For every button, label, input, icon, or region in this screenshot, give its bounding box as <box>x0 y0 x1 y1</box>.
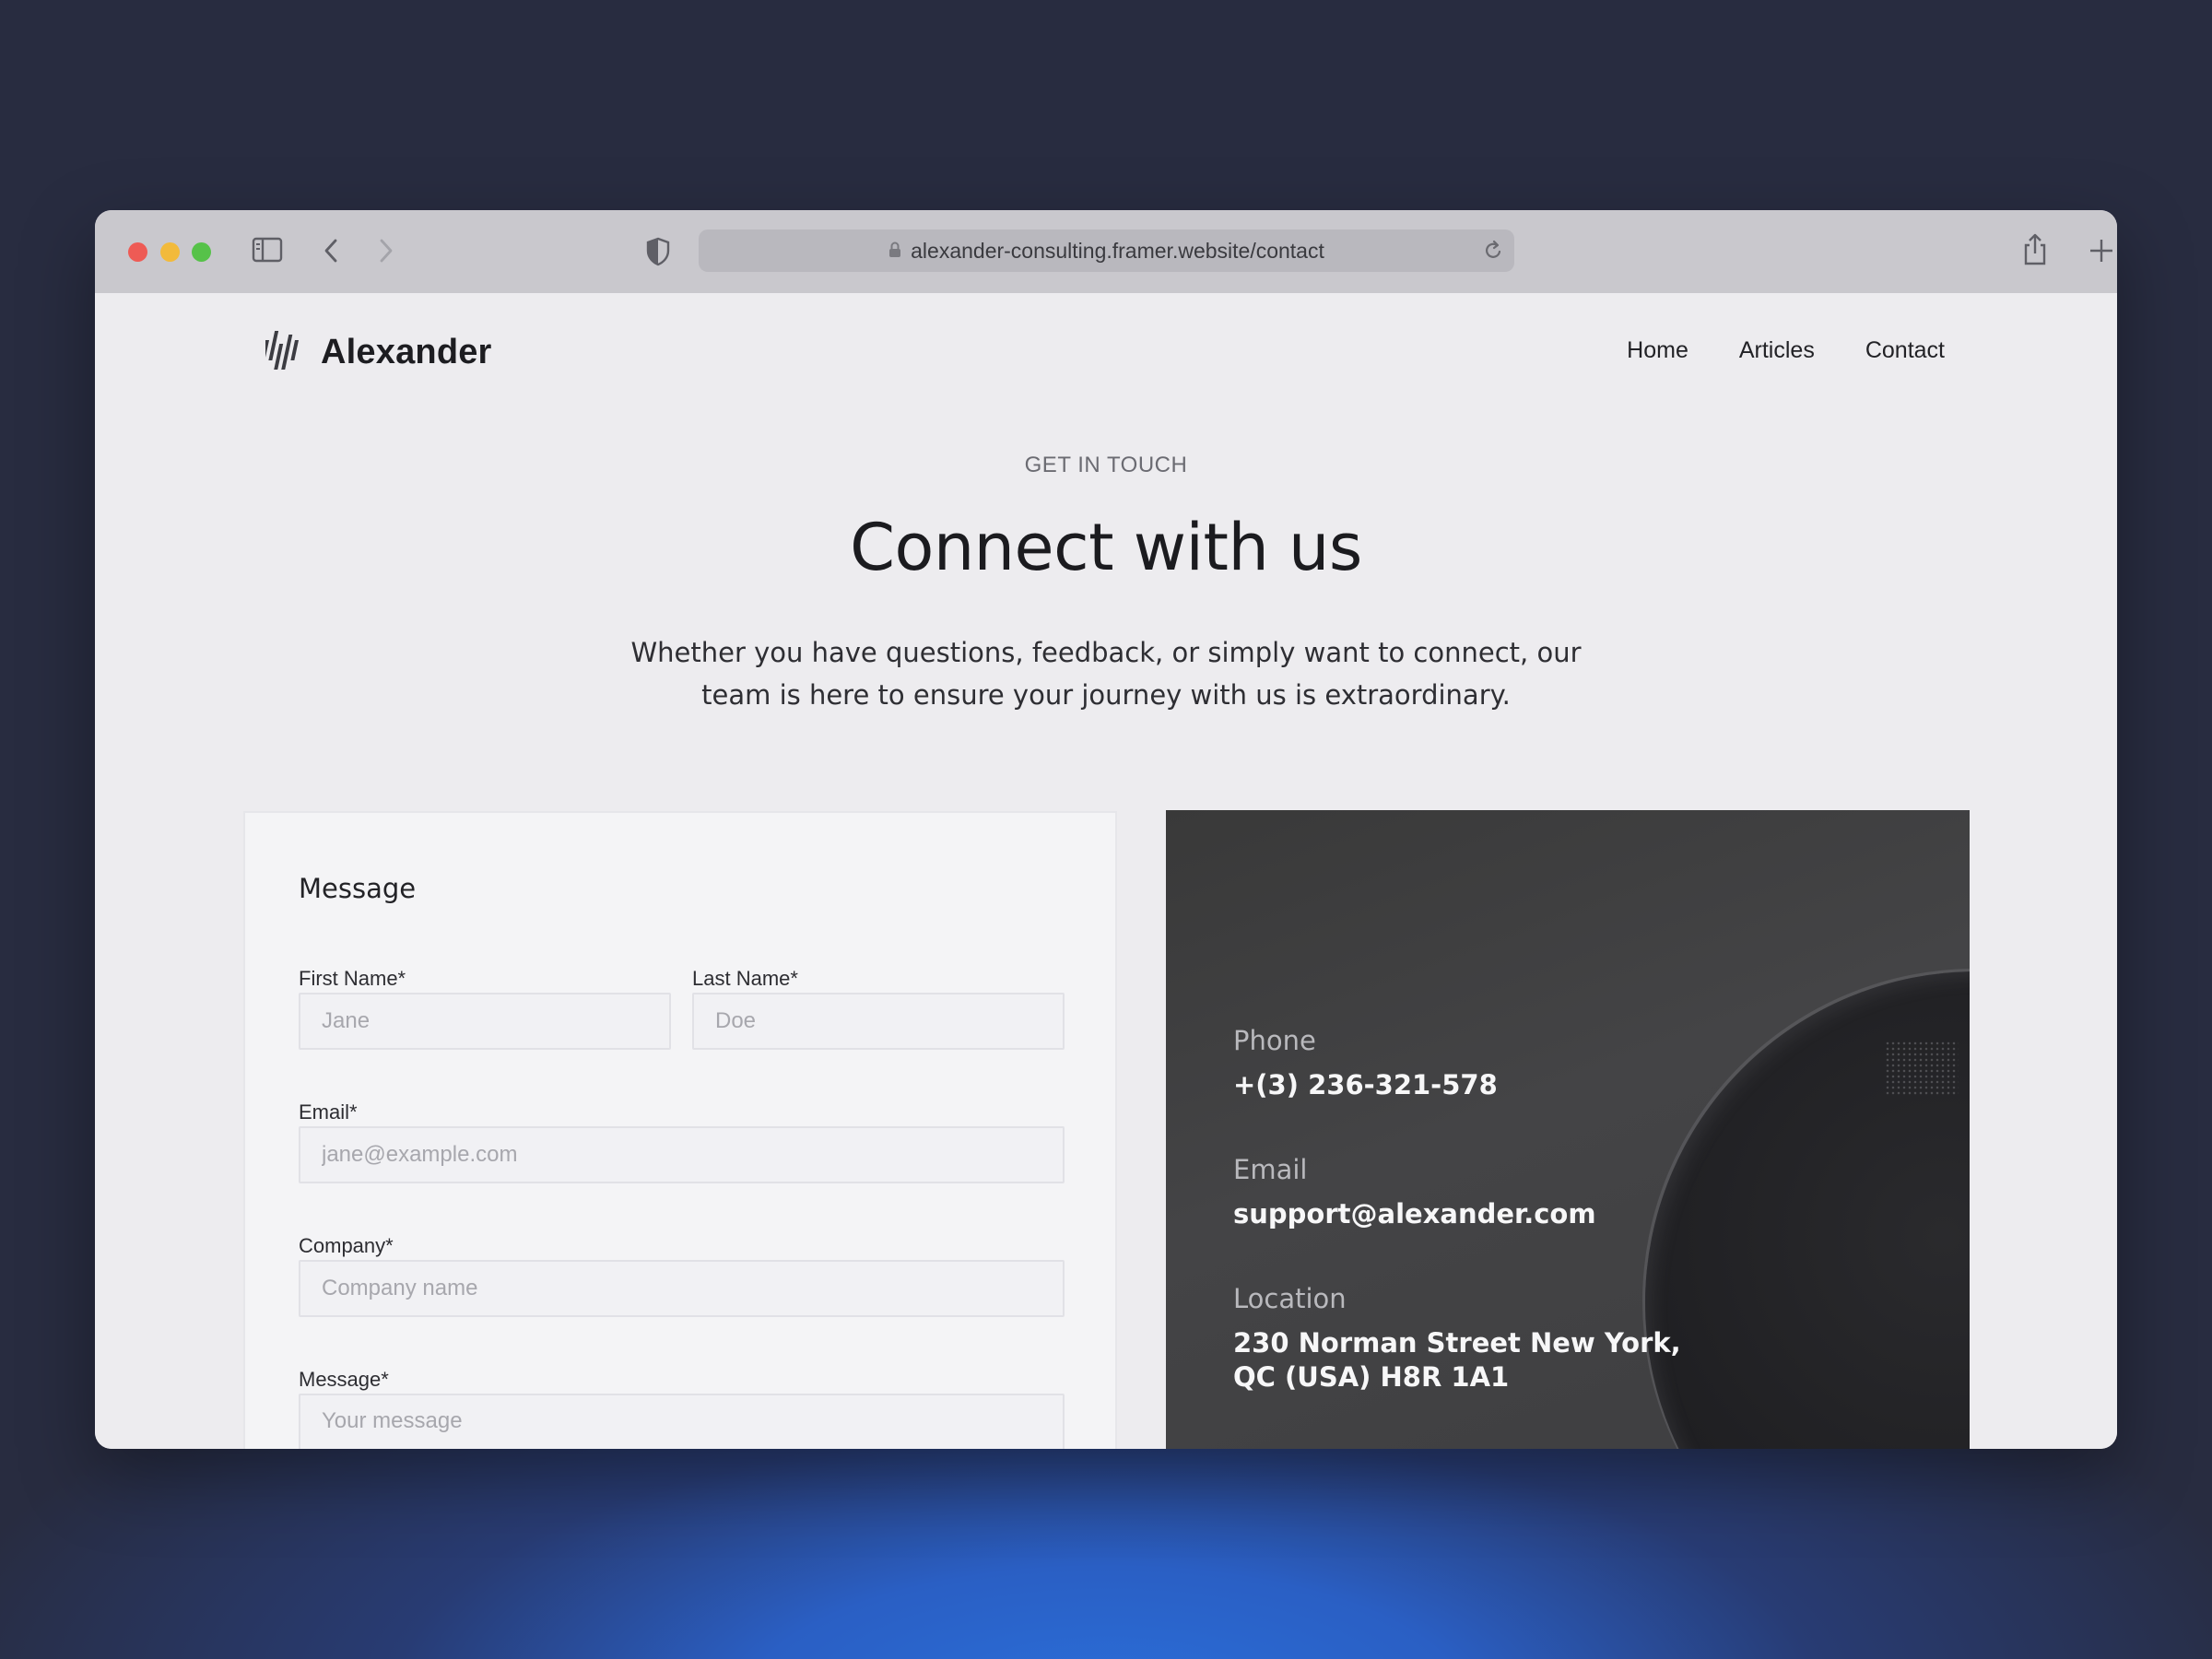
location-line-1: 230 Norman Street New York, <box>1233 1327 1681 1359</box>
phone-value[interactable]: +(3) 236-321-578 <box>1233 1068 1498 1102</box>
new-tab-icon[interactable] <box>2088 238 2114 264</box>
zoom-window-button[interactable] <box>192 242 211 262</box>
brand-logo[interactable]: Alexander <box>260 327 492 377</box>
location-label: Location <box>1233 1283 1347 1314</box>
page-title: Connect with us <box>850 510 1362 585</box>
location-value: 230 Norman Street New York, QC (USA) H8R… <box>1233 1326 1681 1394</box>
reload-icon[interactable] <box>1483 240 1503 265</box>
email-value[interactable]: support@alexander.com <box>1233 1197 1596 1231</box>
section-eyebrow: GET IN TOUCH <box>1024 453 1188 477</box>
company-field[interactable] <box>299 1260 1065 1317</box>
message-form: Message First Name* Last Name* Email* Co… <box>243 811 1117 1449</box>
nav-articles[interactable]: Articles <box>1739 337 1815 364</box>
shield-icon[interactable] <box>645 237 671 266</box>
main-nav: Home Articles Contact <box>1627 337 1945 364</box>
nav-home[interactable]: Home <box>1627 337 1688 364</box>
close-window-button[interactable] <box>128 242 147 262</box>
last-name-field[interactable] <box>692 993 1065 1050</box>
location-line-2: QC (USA) H8R 1A1 <box>1233 1361 1510 1393</box>
intro-paragraph: Whether you have questions, feedback, or… <box>611 631 1601 716</box>
message-field[interactable] <box>299 1394 1065 1449</box>
email-label: Email* <box>299 1100 358 1124</box>
contact-page: Alexander Home Articles Contact GET IN T… <box>95 293 2117 1449</box>
sidebar-icon[interactable] <box>252 236 283 264</box>
first-name-label: First Name* <box>299 967 406 990</box>
browser-toolbar: alexander-consulting.framer.website/cont… <box>95 210 2117 293</box>
minimize-window-button[interactable] <box>160 242 180 262</box>
url-text[interactable]: alexander-consulting.framer.website/cont… <box>911 239 1324 263</box>
contact-info-card: Phone +(3) 236-321-578 Email support@ale… <box>1166 810 1970 1449</box>
company-label: Company* <box>299 1234 394 1257</box>
form-title: Message <box>299 873 417 904</box>
intro-line-1: Whether you have questions, feedback, or… <box>630 637 1582 668</box>
forward-icon[interactable] <box>377 237 395 265</box>
lock-icon <box>888 229 901 272</box>
message-label: Message* <box>299 1368 389 1391</box>
first-name-field[interactable] <box>299 993 671 1050</box>
share-icon[interactable] <box>2021 232 2049 267</box>
decorative-dots <box>1885 1041 1959 1096</box>
email-info-label: Email <box>1233 1154 1308 1185</box>
logo-bars-icon <box>260 327 308 377</box>
address-bar[interactable]: alexander-consulting.framer.website/cont… <box>699 229 1514 272</box>
last-name-label: Last Name* <box>692 967 798 990</box>
email-field[interactable] <box>299 1126 1065 1183</box>
nav-contact[interactable]: Contact <box>1865 337 1945 364</box>
brand-name: Alexander <box>321 332 492 371</box>
browser-window: alexander-consulting.framer.website/cont… <box>95 210 2117 1449</box>
phone-label: Phone <box>1233 1025 1316 1056</box>
back-icon[interactable] <box>322 237 340 265</box>
intro-line-2: team is here to ensure your journey with… <box>701 679 1511 711</box>
